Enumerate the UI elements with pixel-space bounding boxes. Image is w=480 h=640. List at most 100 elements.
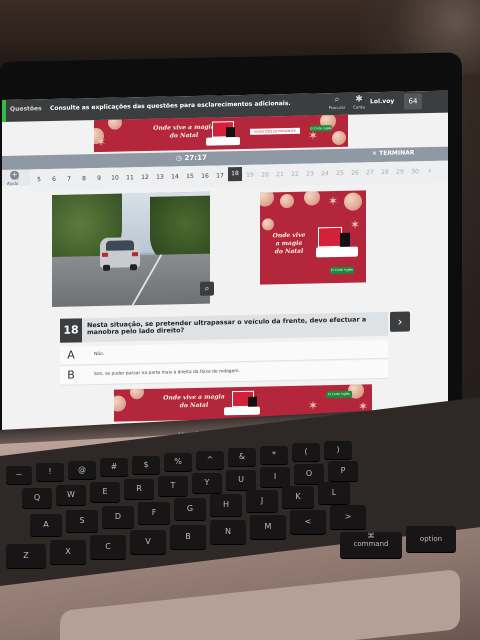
clock-icon: ◷ bbox=[176, 154, 185, 163]
key[interactable]: A bbox=[30, 514, 62, 536]
key[interactable]: Y bbox=[192, 473, 222, 493]
question-nav-item[interactable]: 5 bbox=[32, 176, 46, 183]
question-nav-item[interactable]: 26 bbox=[348, 169, 362, 177]
product-bottle bbox=[226, 127, 235, 138]
ad-side[interactable]: ✶ ✶ Onde vive a magia do Natal El Corte … bbox=[260, 190, 366, 285]
chevron-right-icon[interactable]: › bbox=[428, 166, 432, 176]
ad-bottom-line2: do Natal bbox=[179, 401, 209, 410]
ornament bbox=[332, 130, 346, 146]
question-nav-item[interactable]: 23 bbox=[303, 170, 317, 177]
key[interactable]: ) bbox=[324, 441, 352, 459]
question-nav-item[interactable]: 25 bbox=[333, 170, 347, 177]
question-nav-item[interactable]: 6 bbox=[47, 176, 61, 183]
star-ornament: ✶ bbox=[328, 193, 339, 209]
account-button[interactable]: ✱ Conta bbox=[348, 94, 370, 109]
key[interactable]: ^ bbox=[196, 451, 224, 469]
answer-text: Sim, se puder passar na parte mais à dir… bbox=[94, 369, 240, 378]
key[interactable]: ~ bbox=[6, 466, 32, 484]
ad-cta[interactable]: SUGESTÕES DE PRESENTES bbox=[250, 127, 300, 135]
key[interactable]: F bbox=[138, 502, 170, 524]
end-button[interactable]: ✕ TERMINAR bbox=[372, 149, 414, 157]
key[interactable]: N bbox=[210, 520, 246, 544]
car bbox=[100, 237, 140, 271]
question-nav-item[interactable]: 15 bbox=[183, 173, 197, 180]
zoom-button[interactable]: ⌕ bbox=[200, 281, 214, 296]
answer-text: Não. bbox=[94, 351, 104, 358]
key[interactable]: @ bbox=[68, 461, 96, 479]
ornament bbox=[130, 385, 144, 400]
question-nav-item[interactable]: 17 bbox=[213, 172, 227, 179]
question-nav-item[interactable]: 30 bbox=[408, 168, 422, 175]
key[interactable]: U bbox=[226, 470, 256, 490]
key[interactable]: E bbox=[90, 482, 120, 502]
key[interactable]: L bbox=[318, 482, 350, 504]
question-nav-item[interactable]: 21 bbox=[273, 171, 287, 178]
key[interactable]: ( bbox=[292, 443, 320, 461]
key[interactable]: % bbox=[164, 453, 192, 471]
key[interactable]: M bbox=[250, 515, 286, 539]
question-nav-item[interactable]: 16 bbox=[198, 173, 212, 180]
question-nav-item[interactable]: 8 bbox=[77, 175, 91, 182]
product-platform bbox=[224, 406, 260, 416]
question-nav-item[interactable]: 7 bbox=[62, 175, 76, 183]
key[interactable]: Q bbox=[22, 488, 52, 508]
chevron-left-icon[interactable]: ‹ bbox=[16, 175, 20, 185]
key[interactable]: T bbox=[158, 476, 188, 496]
ad-side-logo: El Corte Inglés bbox=[330, 266, 354, 275]
question-text: Nesta situação, se pretender ultrapassar… bbox=[87, 315, 367, 337]
question-nav-item[interactable]: 14 bbox=[168, 173, 182, 180]
question-nav-item[interactable]: 11 bbox=[123, 174, 137, 181]
key[interactable]: O bbox=[294, 464, 324, 484]
key[interactable]: B bbox=[170, 525, 206, 549]
key[interactable]: I bbox=[260, 467, 290, 487]
laptop-screen: Questões Consulte as explicações das que… bbox=[2, 90, 448, 435]
ornament bbox=[260, 190, 274, 207]
section-title[interactable]: Questões bbox=[10, 105, 42, 113]
key[interactable]: V bbox=[130, 530, 166, 554]
key[interactable]: $ bbox=[132, 456, 160, 474]
option-key[interactable]: option bbox=[406, 526, 456, 552]
key[interactable]: W bbox=[56, 485, 86, 505]
next-question-button[interactable]: › bbox=[390, 311, 410, 332]
key[interactable]: > bbox=[330, 505, 366, 529]
question-number: 18 bbox=[60, 318, 82, 343]
question-nav-item[interactable]: 28 bbox=[378, 169, 392, 176]
key[interactable]: * bbox=[260, 446, 288, 464]
username[interactable]: Lol.voy bbox=[370, 98, 394, 106]
question-nav-current[interactable]: 18 bbox=[228, 166, 242, 182]
ad-banner-top[interactable]: ✶ ✶ Onde vive a magia do Natal SUGESTÕES… bbox=[94, 114, 348, 153]
key[interactable]: Z bbox=[6, 544, 46, 568]
search-label: Procurar bbox=[328, 104, 346, 111]
question-nav-item[interactable]: 29 bbox=[393, 169, 407, 176]
key[interactable]: K bbox=[282, 486, 314, 508]
key[interactable]: C bbox=[90, 535, 126, 559]
question-image[interactable] bbox=[52, 191, 210, 307]
command-key[interactable]: ⌘ command bbox=[340, 532, 402, 558]
question-nav-item[interactable]: 20 bbox=[258, 171, 272, 178]
key[interactable]: & bbox=[228, 448, 256, 466]
key[interactable]: # bbox=[100, 458, 128, 476]
question-nav-item[interactable]: 27 bbox=[363, 169, 377, 176]
search-button[interactable]: ⌕ Procurar bbox=[326, 95, 348, 110]
command-label: command bbox=[353, 540, 389, 548]
question-panel: 18 Nesta situação, se pretender ultrapas… bbox=[60, 311, 388, 343]
question-nav-item[interactable]: 10 bbox=[108, 174, 122, 182]
key[interactable]: G bbox=[174, 498, 206, 520]
key[interactable]: J bbox=[246, 490, 278, 512]
question-nav-item[interactable]: 9 bbox=[92, 175, 106, 182]
key[interactable]: S bbox=[66, 510, 98, 532]
key[interactable]: D bbox=[102, 506, 134, 528]
key[interactable]: H bbox=[210, 494, 242, 516]
question-nav-item[interactable]: 19 bbox=[243, 172, 257, 179]
key[interactable]: < bbox=[290, 510, 326, 534]
key[interactable]: ! bbox=[36, 463, 64, 481]
question-nav-item[interactable]: 13 bbox=[153, 174, 167, 181]
question-nav-item[interactable]: 12 bbox=[138, 174, 152, 181]
key[interactable]: R bbox=[124, 479, 154, 499]
question-nav-item[interactable]: 22 bbox=[288, 171, 302, 178]
product-bottle bbox=[248, 396, 257, 407]
key[interactable]: X bbox=[50, 540, 86, 564]
key[interactable]: P bbox=[328, 461, 358, 481]
question-nav-item[interactable]: 24 bbox=[318, 170, 332, 177]
ornament bbox=[280, 193, 294, 209]
